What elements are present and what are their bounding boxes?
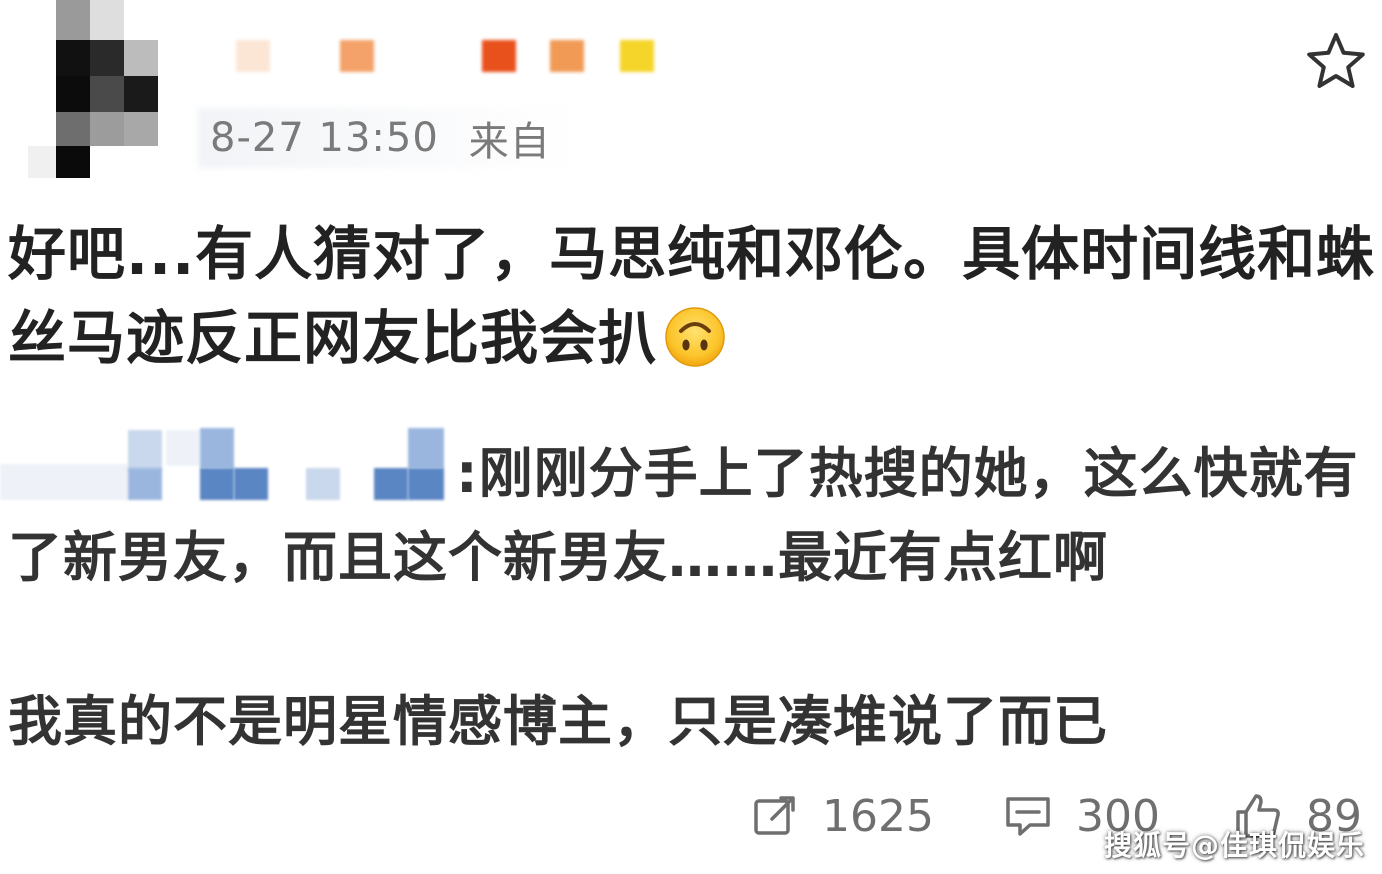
post-source[interactable]: 来自: [469, 109, 551, 167]
username-redacted[interactable]: [232, 36, 662, 76]
watermark: 搜狐号@佳琪侃娱乐: [1104, 829, 1366, 862]
upside-down-face-emoji-icon: [665, 307, 725, 367]
avatar[interactable]: [28, 0, 168, 180]
quoted-post-text[interactable]: :刚刚分手上了热搜的她，这么快就有了新男友，而且这个新男友……最近有点红啊: [8, 432, 1378, 600]
comment-icon: [1006, 797, 1050, 836]
repost-button[interactable]: 1625: [752, 784, 934, 848]
post-timestamp: 8-27 13:50: [210, 115, 439, 161]
repost-icon: [754, 796, 795, 835]
star-icon[interactable]: [1304, 30, 1368, 94]
repost-count: 1625: [822, 790, 934, 842]
post-note: 我真的不是明星情感博主，只是凑堆说了而已: [8, 690, 1108, 753]
post-meta: 8-27 13:50 来自: [210, 109, 551, 167]
post-body: 好吧...有人猜对了，马思纯和邓伦。具体时间线和蛛丝马迹反正网友比我会扒: [8, 212, 1378, 380]
weibo-post: 8-27 13:50 来自 好吧...有人猜对了，马思纯和邓伦。具体时间线和蛛丝…: [0, 0, 1382, 874]
